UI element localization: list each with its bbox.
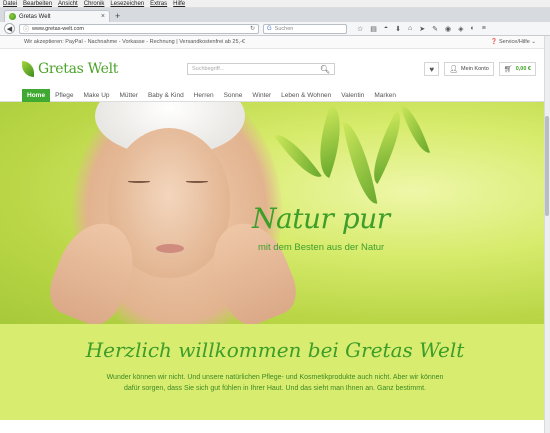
hero-lips <box>156 244 184 253</box>
reading-list-icon[interactable]: ▤ <box>370 25 377 33</box>
download-icon[interactable]: ⬇ <box>395 25 401 33</box>
search-icon[interactable]: 🔍︎ <box>320 65 330 74</box>
nav-item-marken[interactable]: Marken <box>369 89 401 102</box>
url-bar[interactable]: ⓘ www.gretas-welt.com ↻ <box>19 23 259 34</box>
nav-item-baby-kind[interactable]: Baby & Kind <box>143 89 189 102</box>
bamboo-leaf <box>399 102 431 157</box>
bookmark-star-icon[interactable]: ☆ <box>357 25 363 33</box>
nav-item-leben-wohnen[interactable]: Leben & Wohnen <box>276 89 336 102</box>
new-tab-button[interactable]: + <box>115 11 120 21</box>
user-icon: 👤︎ <box>449 66 458 73</box>
info-bar: Wir akzeptieren: PayPal - Nachnahme - Vo… <box>0 36 550 49</box>
favicon-icon <box>9 13 16 20</box>
account-label: Mein Konto <box>460 66 489 72</box>
close-tab-icon[interactable]: × <box>101 13 105 20</box>
site-logo[interactable]: Gretas Welt <box>22 61 187 77</box>
nav-item-make-up[interactable]: Make Up <box>79 89 115 102</box>
home-icon[interactable]: ⌂ <box>408 25 412 33</box>
nav-item-herren[interactable]: Herren <box>189 89 219 102</box>
hero-eye-left <box>128 180 150 183</box>
hero-eye-right <box>186 180 208 183</box>
hero-subtitle: mit dem Besten aus der Natur <box>258 242 385 253</box>
heart-icon: ♥ <box>429 64 435 74</box>
site-header: Gretas Welt Suchbegriff... 🔍︎ ♥ 👤︎ Mein … <box>0 49 550 89</box>
site-search-input[interactable]: Suchbegriff... 🔍︎ <box>187 63 335 75</box>
category-nav: Home Pflege Make Up Mütter Baby & Kind H… <box>0 89 550 102</box>
tab-bar: Gretas Welt × + <box>0 8 550 22</box>
leaf-logo-icon <box>22 61 34 77</box>
info-icon[interactable]: ⓘ <box>23 24 29 33</box>
sync-icon[interactable]: ◐ <box>471 25 475 33</box>
menu-ansicht[interactable]: Ansicht <box>58 1 78 7</box>
browser-search-placeholder: Suchen <box>274 25 294 32</box>
cart-button[interactable]: 🛒︎ 0,00 € <box>498 62 536 76</box>
site-search-placeholder: Suchbegriff... <box>192 66 225 72</box>
help-icon: ❓ <box>490 39 498 45</box>
menu-hilfe[interactable]: Hilfe <box>173 1 185 7</box>
browser-search-field[interactable]: G Suchen <box>263 23 347 34</box>
menu-bar: Datei Bearbeiten Ansicht Chronik Lesezei… <box>0 0 550 8</box>
header-actions: ♥ 👤︎ Mein Konto 🛒︎ 0,00 € <box>424 62 536 76</box>
browser-tab[interactable]: Gretas Welt × <box>4 10 110 22</box>
menu-bearbeiten[interactable]: Bearbeiten <box>23 1 52 7</box>
nav-item-pflege[interactable]: Pflege <box>50 89 78 102</box>
nav-item-winter[interactable]: Winter <box>247 89 276 102</box>
nav-item-valentin[interactable]: Valentin <box>336 89 369 102</box>
page-viewport: Wir akzeptieren: PayPal - Nachnahme - Vo… <box>0 36 550 433</box>
menu-chronik[interactable]: Chronik <box>84 1 105 7</box>
nav-item-sonne[interactable]: Sonne <box>219 89 248 102</box>
nav-item-home[interactable]: Home <box>22 89 51 102</box>
scrollbar-thumb[interactable] <box>545 116 549 216</box>
wishlist-button[interactable]: ♥ <box>424 62 440 76</box>
menu-lesezeichen[interactable]: Lesezeichen <box>110 1 144 7</box>
bamboo-leaf <box>342 118 378 208</box>
welcome-text-line-1: Wunder können wir nicht. Und unsere natü… <box>106 374 444 381</box>
hero-title: Natur pur <box>252 202 390 235</box>
service-help-link[interactable]: ❓ Service/Hilfe ⌄ <box>491 39 536 45</box>
nav-item-muetter[interactable]: Mütter <box>115 89 143 102</box>
back-button[interactable]: ◀ <box>4 23 15 34</box>
search-engine-icon[interactable]: G <box>267 26 272 32</box>
extension-icon[interactable]: ✎ <box>432 25 438 33</box>
account-button[interactable]: 👤︎ Mein Konto <box>444 62 494 76</box>
shield-icon[interactable]: ◈ <box>458 25 463 33</box>
logo-text: Gretas Welt <box>38 61 119 77</box>
url-text: www.gretas-welt.com <box>32 25 84 32</box>
reload-icon[interactable]: ↻ <box>250 25 255 32</box>
welcome-heading: Herzlich willkommen bei Gretas Welt <box>85 338 465 362</box>
payment-info: Wir akzeptieren: PayPal - Nachnahme - Vo… <box>24 39 245 45</box>
page-scrollbar[interactable] <box>544 36 550 433</box>
toolbar-icons: ☆ ▤ ◓ ⬇ ⌂ ➤ ✎ ◉ ◈ ◐ ≡ <box>357 25 486 33</box>
menu-extras[interactable]: Extras <box>150 1 167 7</box>
tab-title: Gretas Welt <box>19 13 51 20</box>
chevron-down-icon: ⌄ <box>531 39 536 45</box>
menu-datei[interactable]: Datei <box>3 1 17 7</box>
hero-banner[interactable]: Natur pur mit dem Besten aus der Natur <box>0 102 550 324</box>
addon-icon[interactable]: ◉ <box>445 25 451 33</box>
cart-icon: 🛒︎ <box>503 66 513 73</box>
hamburger-menu-icon[interactable]: ≡ <box>482 25 486 33</box>
nav-bar: ◀ ⓘ www.gretas-welt.com ↻ G Suchen ☆ ▤ ◓… <box>0 22 550 36</box>
cart-total: 0,00 € <box>515 66 531 72</box>
welcome-text-line-2: dafür sorgen, dass Sie sich gut fühlen i… <box>124 385 426 392</box>
pocket-icon[interactable]: ◓ <box>384 25 388 33</box>
welcome-section: Herzlich willkommen bei Gretas Welt Wund… <box>0 324 550 420</box>
service-help-label: Service/Hilfe <box>498 39 530 45</box>
send-icon[interactable]: ➤ <box>419 25 425 33</box>
bamboo-leaf <box>274 126 322 186</box>
